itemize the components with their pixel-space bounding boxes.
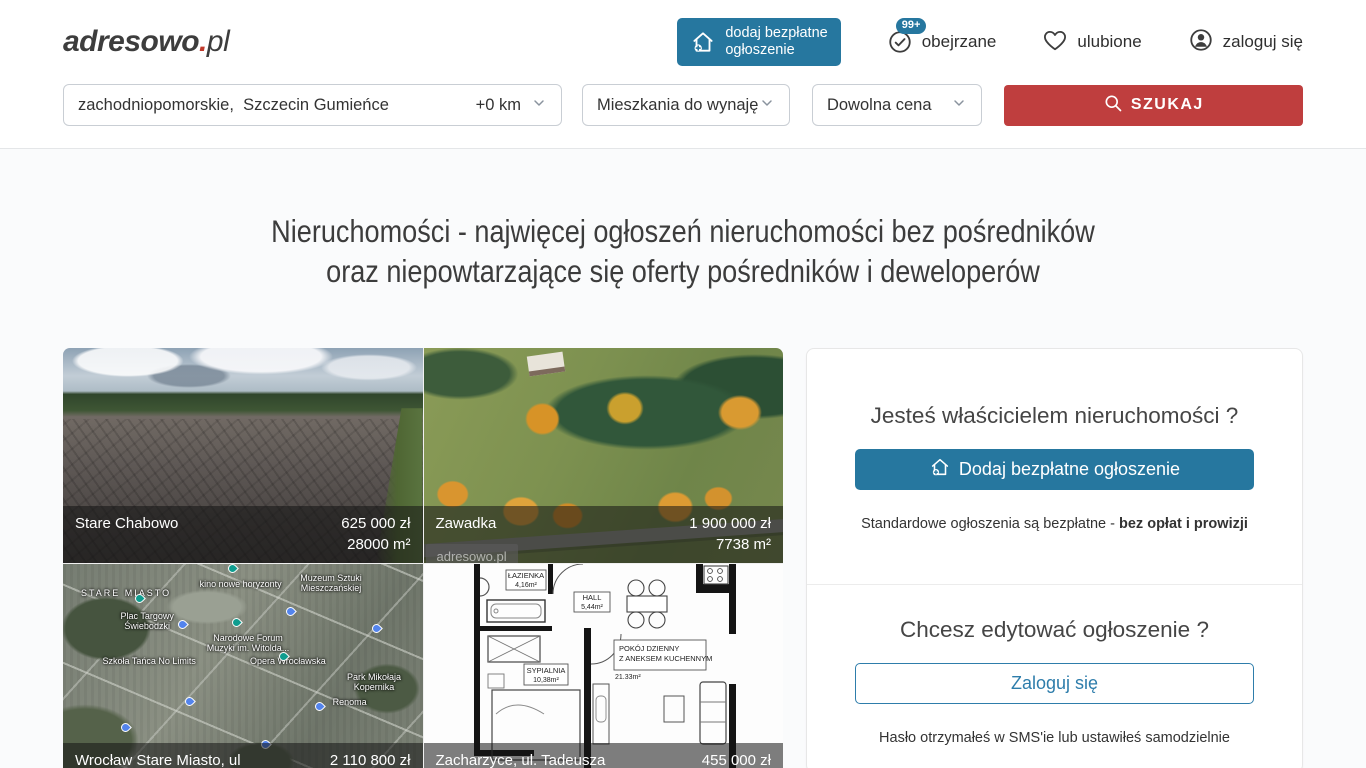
listing-area: 28000 m² xyxy=(341,534,410,555)
listing-location: Wrocław Stare Miasto, ul xyxy=(75,750,241,768)
listing-location: Zacharzyce, ul. Tadeusza xyxy=(436,750,606,768)
logo-dot: . xyxy=(199,25,207,58)
viewed-label: obejrzane xyxy=(922,32,997,52)
map-pin-icon xyxy=(230,616,243,629)
edit-section: Chcesz edytować ogłoszenie ? Zaloguj się… xyxy=(807,584,1302,768)
category-value: Mieszkania do wynajęc xyxy=(597,96,759,115)
listing-meta: 455 000 zł xyxy=(702,750,771,768)
add-free-listing-label: Dodaj bezpłatne ogłoszenie xyxy=(959,459,1180,480)
logo-main: adresowo xyxy=(63,25,199,58)
edit-note: Hasło otrzymałeś w SMS'ie lub ustawiłeś … xyxy=(855,730,1254,746)
listing-card[interactable]: ŁAZIENKA 4,16m² SYPIALNIA 10,38m² HALL 5 xyxy=(424,564,784,768)
listing-caption: Zacharzyce, ul. Tadeusza 455 000 zł xyxy=(424,743,784,768)
listing-card[interactable]: STARE MIASTO kino nowe horyzonty Muzeum … xyxy=(63,564,423,768)
listing-price: 455 000 zł xyxy=(702,750,771,768)
category-dropdown[interactable]: Mieszkania do wynajęc xyxy=(582,84,790,126)
search-icon xyxy=(1103,93,1123,118)
header-actions: dodaj bezpłatne ogłoszenie 99+ obejrzane xyxy=(677,18,1303,67)
owner-section: Jesteś właścicielem nieruchomości ? Doda… xyxy=(807,349,1302,584)
listing-price: 1 900 000 zł xyxy=(689,513,771,534)
search-button[interactable]: SZUKAJ xyxy=(1004,85,1303,126)
heart-icon xyxy=(1042,27,1068,58)
header-top-row: adresowo.pl dodaj bezpłatne ogłoszenie xyxy=(0,0,1366,84)
radius-dropdown[interactable]: +0 km xyxy=(476,95,547,116)
svg-text:10,38m²: 10,38m² xyxy=(533,677,559,684)
location-input[interactable]: zachodniopomorskie, Szczecin Gumieńce +0… xyxy=(63,84,562,126)
chevron-down-icon xyxy=(531,95,547,116)
add-listing-button[interactable]: dodaj bezpłatne ogłoszenie xyxy=(677,18,840,67)
listing-caption: Wrocław Stare Miasto, ul 2 110 800 zł xyxy=(63,743,423,768)
svg-text:SYPIALNIA: SYPIALNIA xyxy=(526,666,565,675)
favorites-label: ulubione xyxy=(1077,32,1141,52)
svg-text:POKÓJ DZIENNY: POKÓJ DZIENNY xyxy=(619,644,679,653)
site-header: adresowo.pl dodaj bezpłatne ogłoszenie xyxy=(0,0,1366,149)
price-dropdown[interactable]: Dowolna cena xyxy=(812,84,982,126)
svg-text:5,44m²: 5,44m² xyxy=(581,604,603,611)
add-listing-label: dodaj bezpłatne ogłoszenie xyxy=(725,25,827,60)
add-free-listing-button[interactable]: Dodaj bezpłatne ogłoszenie xyxy=(855,449,1254,490)
radius-value: +0 km xyxy=(476,96,521,115)
satellite-map-image: STARE MIASTO kino nowe horyzonty Muzeum … xyxy=(63,564,423,768)
listing-meta: 2 110 800 zł xyxy=(330,750,411,768)
login-button[interactable]: Zaloguj się xyxy=(855,663,1254,704)
main-content: Stare Chabowo 625 000 zł 28000 m² adreso… xyxy=(0,348,1366,768)
svg-text:HALL: HALL xyxy=(582,593,601,602)
listings-grid: Stare Chabowo 625 000 zł 28000 m² adreso… xyxy=(63,348,783,768)
viewed-count-badge: 99+ xyxy=(896,18,927,34)
map-pin-icon xyxy=(176,618,189,631)
listing-meta: 1 900 000 zł 7738 m² xyxy=(689,513,771,555)
logo-suffix: pl xyxy=(207,25,229,58)
price-value: Dowolna cena xyxy=(827,96,932,115)
owner-panel: Jesteś właścicielem nieruchomości ? Doda… xyxy=(806,348,1303,768)
map-pin-icon xyxy=(284,605,297,618)
favorites-link[interactable]: ulubione xyxy=(1042,27,1141,58)
listing-price: 625 000 zł xyxy=(341,513,410,534)
login-label: zaloguj się xyxy=(1223,32,1303,52)
floor-plan-image: ŁAZIENKA 4,16m² SYPIALNIA 10,38m² HALL 5 xyxy=(424,564,784,768)
search-button-label: SZUKAJ xyxy=(1131,96,1204,114)
svg-text:ŁAZIENKA: ŁAZIENKA xyxy=(507,571,543,580)
map-pin-icon xyxy=(119,721,132,734)
logo[interactable]: adresowo.pl xyxy=(63,25,229,59)
map-pin-icon xyxy=(226,564,239,575)
listing-caption: Stare Chabowo 625 000 zł 28000 m² xyxy=(63,506,423,563)
chevron-down-icon xyxy=(951,95,967,116)
svg-text:Z ANEKSEM KUCHENNYM: Z ANEKSEM KUCHENNYM xyxy=(619,654,712,663)
check-circle-icon: 99+ xyxy=(887,29,913,55)
edit-title: Chcesz edytować ogłoszenie ? xyxy=(855,617,1254,643)
search-bar: zachodniopomorskie, Szczecin Gumieńce +0… xyxy=(0,84,1366,148)
listing-location: Stare Chabowo xyxy=(75,513,178,555)
map-pin-icon xyxy=(370,622,383,635)
owner-title: Jesteś właścicielem nieruchomości ? xyxy=(855,403,1254,429)
chevron-down-icon xyxy=(759,95,775,116)
location-value: zachodniopomorskie, Szczecin Gumieńce xyxy=(78,96,389,115)
svg-text:21.33m²: 21.33m² xyxy=(615,674,641,681)
map-pin-icon xyxy=(313,700,326,713)
listing-card[interactable]: Stare Chabowo 625 000 zł 28000 m² xyxy=(63,348,423,563)
login-link[interactable]: zaloguj się xyxy=(1188,27,1303,58)
svg-text:4,16m²: 4,16m² xyxy=(515,582,537,589)
listing-price: 2 110 800 zł xyxy=(330,750,411,768)
house-plus-icon xyxy=(929,456,951,483)
user-circle-icon xyxy=(1188,27,1214,58)
page-title: Nieruchomości - najwięcej ogłoszeń nieru… xyxy=(96,211,1271,291)
watermark: adresowo.pl xyxy=(426,544,518,563)
listing-area: 7738 m² xyxy=(689,534,771,555)
map-pin-icon xyxy=(183,695,196,708)
login-button-label: Zaloguj się xyxy=(1011,673,1098,694)
owner-note: Standardowe ogłoszenia są bezpłatne - be… xyxy=(855,516,1254,532)
listing-meta: 625 000 zł 28000 m² xyxy=(341,513,410,555)
listing-card[interactable]: adresowo.pl Zawadka 1 900 000 zł 7738 m² xyxy=(424,348,784,563)
house-plus-icon xyxy=(690,29,716,55)
viewed-link[interactable]: 99+ obejrzane xyxy=(887,29,997,55)
